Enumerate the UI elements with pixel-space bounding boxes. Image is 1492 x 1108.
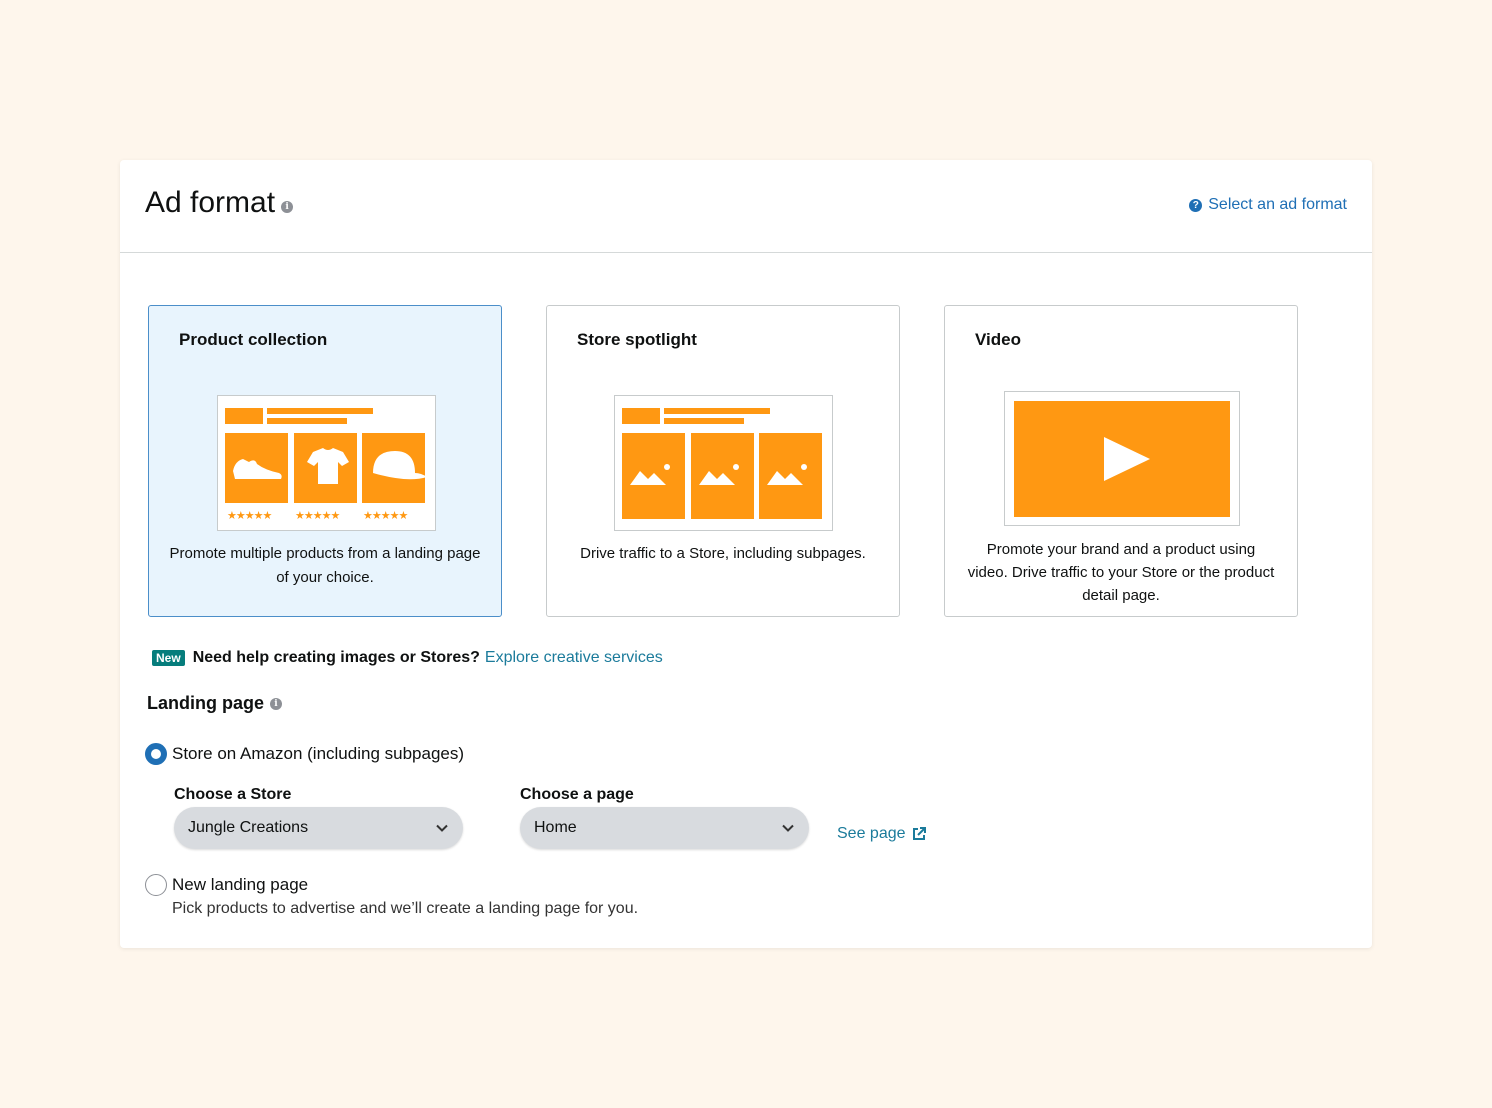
card-title: Store spotlight — [577, 330, 697, 349]
external-link-icon — [912, 827, 926, 840]
see-page-text: See page — [837, 825, 906, 842]
see-page-link[interactable]: See page — [837, 825, 927, 843]
info-icon[interactable]: i — [281, 201, 294, 213]
radio-label: Store on Amazon (including subpages) — [172, 744, 465, 763]
radio-button-unchecked[interactable] — [145, 874, 167, 896]
card-description: Drive traffic to a Store, including subp… — [580, 545, 866, 562]
radio-store-on-amazon[interactable]: Store on Amazon (including subpages) — [145, 743, 464, 765]
card-description: Promote your brand and a product using v… — [967, 541, 1275, 604]
radio-button-checked[interactable] — [145, 743, 167, 765]
promo-text: Need help creating images or Stores? — [192, 649, 480, 666]
store-spotlight-illustration — [614, 395, 833, 531]
new-landing-page-description: Pick products to advertise and we’ll cre… — [172, 900, 639, 917]
page-title: Ad format i — [145, 186, 294, 220]
chevron-down-icon — [782, 824, 794, 832]
store-select-value: Jungle Creations — [188, 819, 309, 836]
page-select-value: Home — [534, 819, 577, 836]
creative-services-promo: New Need help creating images or Stores?… — [152, 649, 663, 667]
store-select[interactable]: Jungle Creations — [174, 807, 463, 849]
card-product-collection[interactable]: Product collection ★★★★★ ★★★★★ ★★★★★ Pro… — [148, 305, 502, 617]
card-title: Product collection — [179, 330, 328, 349]
panel-header: Ad format i ? Select an ad format — [120, 160, 1372, 253]
ad-format-panel: Ad format i ? Select an ad format Produc… — [120, 160, 1372, 948]
help-link-text: Select an ad format — [1208, 196, 1347, 213]
card-description: Promote multiple products from a landing… — [169, 545, 481, 586]
landing-page-title: Landing page i — [147, 693, 282, 714]
product-collection-illustration: ★★★★★ ★★★★★ ★★★★★ — [217, 395, 436, 531]
svg-text:★★★★★: ★★★★★ — [363, 509, 408, 522]
help-icon: ? — [1189, 198, 1203, 212]
choose-store-label: Choose a Store — [174, 786, 292, 803]
card-title: Video — [975, 330, 1021, 349]
svg-text:★★★★★: ★★★★★ — [227, 509, 272, 522]
page-title-text: Ad format — [145, 186, 276, 219]
radio-new-landing-page[interactable]: New landing page — [145, 874, 308, 896]
select-ad-format-link[interactable]: ? Select an ad format — [1189, 196, 1347, 214]
video-illustration — [1004, 391, 1240, 526]
svg-text:★★★★★: ★★★★★ — [295, 509, 340, 522]
radio-label: New landing page — [172, 875, 309, 894]
explore-creative-services-link[interactable]: Explore creative services — [485, 649, 663, 667]
landing-page-title-text: Landing page — [147, 693, 264, 713]
card-video[interactable]: Video Promote your brand and a product u… — [944, 305, 1298, 617]
info-icon[interactable]: i — [270, 697, 282, 710]
chevron-down-icon — [436, 824, 448, 832]
choose-page-label: Choose a page — [520, 786, 634, 803]
page-select[interactable]: Home — [520, 807, 809, 849]
new-badge: New — [152, 650, 185, 666]
card-store-spotlight[interactable]: Store spotlight Drive traffic to a Store… — [546, 305, 900, 617]
